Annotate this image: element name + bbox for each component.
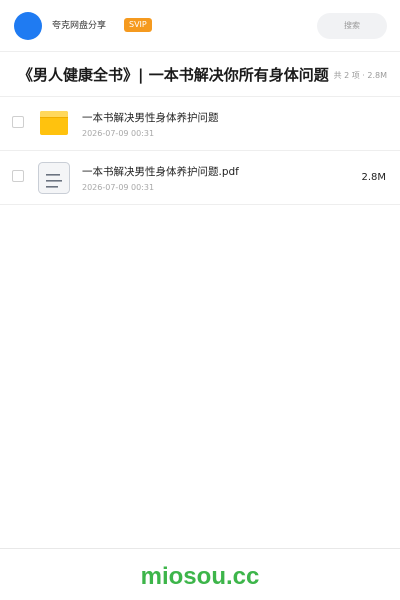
file-row[interactable]: 一本书解决男性身体养护问题 2026-07-09 00:31 <box>0 97 400 151</box>
select-checkbox[interactable] <box>12 170 24 182</box>
footer: miosou.cc <box>0 548 400 600</box>
top-bar: 夸克网盘分享 SVIP 搜索 <box>0 0 400 52</box>
file-row[interactable]: 一本书解决男性身体养护问题.pdf 2026-07-09 00:31 2.8M <box>0 151 400 205</box>
site-logo[interactable]: miosou.cc <box>141 563 260 591</box>
svip-badge: SVIP <box>124 18 152 32</box>
file-date: 2026-07-09 00:31 <box>82 183 155 192</box>
folder-title: 《男人健康全书》| 一本书解决你所有身体问题 <box>18 66 329 84</box>
select-checkbox[interactable] <box>12 116 24 128</box>
share-owner-name: 夸克网盘分享 <box>52 21 107 31</box>
file-name: 一本书解决男性身体养护问题 <box>82 112 219 124</box>
avatar[interactable] <box>14 12 42 40</box>
file-size: 2.8M <box>361 172 386 183</box>
folder-summary: 共 2 项 · 2.8M <box>333 71 387 80</box>
file-name: 一本书解决男性身体养护问题.pdf <box>82 166 239 178</box>
file-date: 2026-07-09 00:31 <box>82 129 155 138</box>
search-input[interactable]: 搜索 <box>317 13 387 39</box>
folder-icon <box>38 108 70 140</box>
folder-header: 《男人健康全书》| 一本书解决你所有身体问题 共 2 项 · 2.8M <box>0 53 400 97</box>
document-icon <box>38 162 70 194</box>
